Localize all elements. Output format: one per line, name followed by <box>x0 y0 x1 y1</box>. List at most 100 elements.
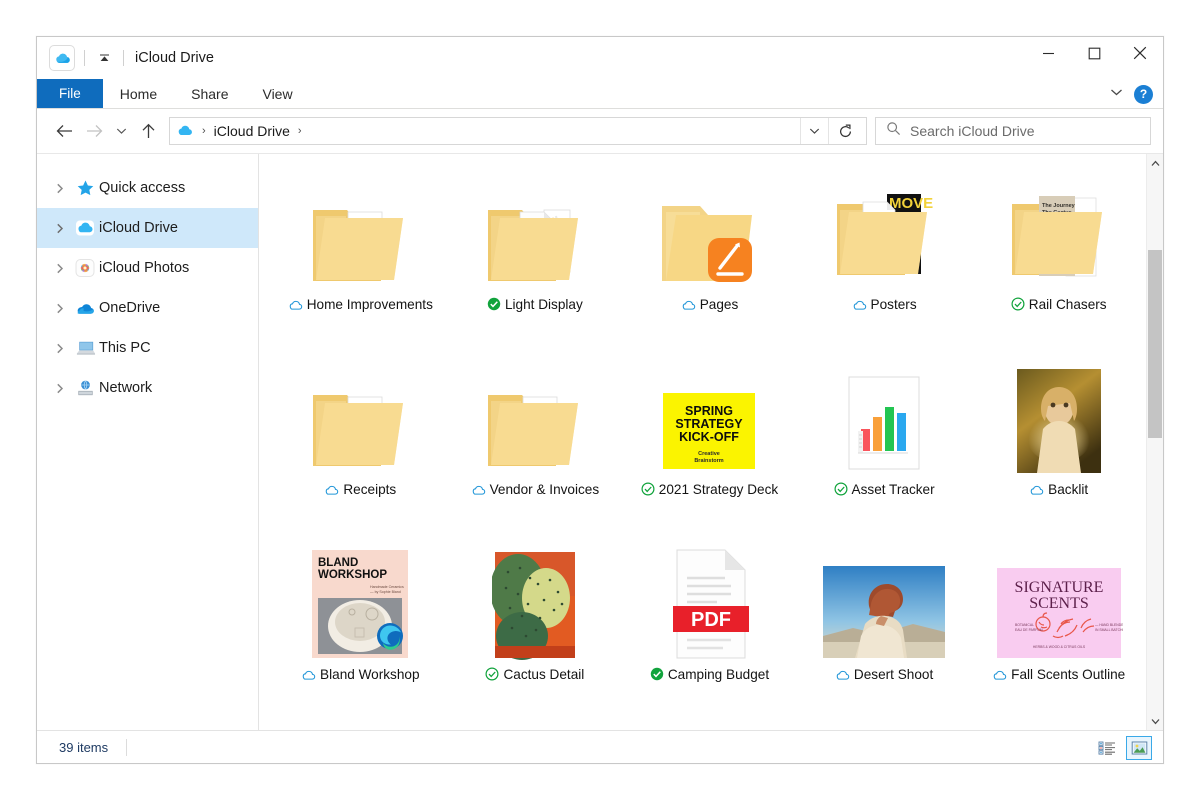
file-item[interactable]: PDF Light Display <box>448 168 623 353</box>
sidebar-item-quick-access[interactable]: Quick access <box>37 168 258 208</box>
tab-file[interactable]: File <box>37 79 103 108</box>
file-item[interactable]: Vendor & Invoices <box>448 353 623 538</box>
breadcrumb-separator-end[interactable]: › <box>292 125 308 137</box>
maximize-icon[interactable] <box>1071 37 1117 69</box>
file-label: Bland Workshop <box>284 665 436 686</box>
file-item[interactable]: SPRING STRATEGY KICK-OFF Creative Brains… <box>622 353 797 538</box>
minimize-icon[interactable] <box>1025 37 1071 69</box>
icloud-icon <box>174 122 196 140</box>
file-name: Pages <box>699 297 739 312</box>
cloud-status-icon <box>471 482 486 501</box>
numbers-thumbnail <box>797 357 972 475</box>
desktop-background: iCloud Drive File Home Share View ? › iC… <box>0 0 1200 800</box>
file-item[interactable]: Asset Tracker <box>797 353 972 538</box>
file-name: Backlit <box>1048 482 1089 497</box>
file-item[interactable]: Receipts <box>273 353 448 538</box>
sidebar-item-this-pc[interactable]: This PC <box>37 328 258 368</box>
file-item[interactable]: Pages <box>622 168 797 353</box>
photo-thumbnail <box>797 542 972 660</box>
breadcrumb-item-icloud-drive[interactable]: iCloud Drive <box>212 123 292 139</box>
file-label: Camping Budget <box>633 665 785 686</box>
navigation-pane: Quick access iCloud Drive iCloud Photos … <box>37 154 259 730</box>
chevron-right-icon[interactable] <box>49 383 71 394</box>
onedrive-icon <box>71 298 99 319</box>
sidebar-item-icloud-photos[interactable]: iCloud Photos <box>37 248 258 288</box>
window-title: iCloud Drive <box>135 50 214 66</box>
file-item[interactable]: Home Improvements <box>273 168 448 353</box>
file-name: Cactus Detail <box>503 667 585 682</box>
file-label: 2021 Strategy Deck <box>633 480 785 501</box>
breadcrumb[interactable]: › iCloud Drive › <box>169 117 867 145</box>
thumb-line2: WORKSHOP <box>318 569 387 581</box>
cloud-status-icon <box>324 482 339 501</box>
arrow-up-icon[interactable] <box>133 116 163 146</box>
address-dropdown-icon[interactable] <box>800 118 828 144</box>
file-label: Pages <box>633 295 785 316</box>
sidebar-item-label: Network <box>99 380 153 396</box>
scrollbar-thumb[interactable] <box>1148 250 1162 438</box>
svg-text:MOVE: MOVE <box>889 195 933 212</box>
sidebar-item-network[interactable]: Network <box>37 368 258 408</box>
file-list-pane[interactable]: Home Improvements Light Display Pages MO… <box>259 154 1163 730</box>
thumb-line2: SCENTS <box>1029 595 1089 612</box>
file-label: Cactus Detail <box>459 665 611 686</box>
tab-view[interactable]: View <box>245 79 309 108</box>
file-item[interactable]: Desert Shoot <box>797 538 972 723</box>
thumb-line1: SIGNATURE <box>1014 579 1103 596</box>
chevron-right-icon[interactable] <box>49 303 71 314</box>
file-name: Rail Chasers <box>1028 297 1107 312</box>
scroll-up-icon[interactable] <box>1147 154 1163 172</box>
details-view-icon[interactable] <box>1094 736 1120 760</box>
photos-icon <box>71 258 99 278</box>
chevron-down-icon[interactable] <box>1110 88 1123 100</box>
help-button[interactable]: ? <box>1134 84 1153 104</box>
file-item[interactable]: SIGNATURE SCENTS BOTANICAL EAU DE PARFUM… <box>971 538 1146 723</box>
file-grid: Home Improvements Light Display Pages MO… <box>259 154 1146 730</box>
refresh-icon[interactable] <box>828 118 862 144</box>
file-item[interactable]: MOVE ME ME NT EN <box>797 168 972 353</box>
file-name: Asset Tracker <box>851 482 935 497</box>
downloaded-outline-status-icon <box>1011 297 1025 316</box>
scroll-down-icon[interactable] <box>1147 712 1163 730</box>
breadcrumb-separator-root: › <box>202 125 206 137</box>
chevron-right-icon[interactable] <box>49 343 71 354</box>
large-icons-view-icon[interactable] <box>1126 735 1152 760</box>
status-divider <box>126 738 128 756</box>
file-item[interactable]: The Journey The Cactus ISSUE 02 20 <box>971 168 1146 353</box>
web-page-thumbnail: BLAND WORKSHOP Handmade Ceramics — by So… <box>273 542 448 660</box>
svg-text:Brainstorm: Brainstorm <box>695 458 724 464</box>
recent-locations-icon[interactable] <box>109 116 133 146</box>
quick-access-dropdown-icon[interactable] <box>94 48 114 68</box>
tab-home[interactable]: Home <box>103 79 174 108</box>
file-label: Fall Scents Outline <box>983 665 1135 686</box>
arrow-right-icon <box>79 116 109 146</box>
chevron-right-icon[interactable] <box>49 183 71 194</box>
sidebar-item-onedrive[interactable]: OneDrive <box>37 288 258 328</box>
file-item[interactable]: BLAND WORKSHOP Handmade Ceramics — by So… <box>273 538 448 723</box>
arrow-left-icon[interactable] <box>49 116 79 146</box>
chevron-right-icon[interactable] <box>49 263 71 274</box>
file-item[interactable]: Backlit <box>971 353 1146 538</box>
sidebar-item-label: iCloud Photos <box>99 260 190 276</box>
tab-share[interactable]: Share <box>174 79 245 108</box>
photo-thumbnail <box>971 357 1146 475</box>
cloud-status-icon <box>852 297 867 316</box>
chevron-right-icon[interactable] <box>49 223 71 234</box>
sidebar-item-label: OneDrive <box>99 300 161 316</box>
network-icon <box>71 379 99 398</box>
icloud-icon <box>49 45 75 71</box>
downloaded-outline-status-icon <box>834 482 848 501</box>
cloud-status-icon <box>681 297 696 316</box>
vertical-scrollbar[interactable] <box>1146 154 1163 730</box>
file-item[interactable]: Cactus Detail <box>448 538 623 723</box>
scrollbar-track[interactable] <box>1147 172 1163 712</box>
svg-text:EAU DE PARFUM: EAU DE PARFUM <box>1015 628 1043 632</box>
sidebar-item-icloud-drive[interactable]: iCloud Drive <box>37 208 258 248</box>
file-label: Backlit <box>983 480 1135 501</box>
folder-poster-icon: MOVE ME ME NT EN <box>797 172 972 290</box>
cloud-status-icon <box>835 667 850 686</box>
file-label: Desert Shoot <box>808 665 960 686</box>
file-item[interactable]: PDF Camping Budget <box>622 538 797 723</box>
close-icon[interactable] <box>1117 37 1163 69</box>
search-input[interactable]: Search iCloud Drive <box>875 117 1151 145</box>
